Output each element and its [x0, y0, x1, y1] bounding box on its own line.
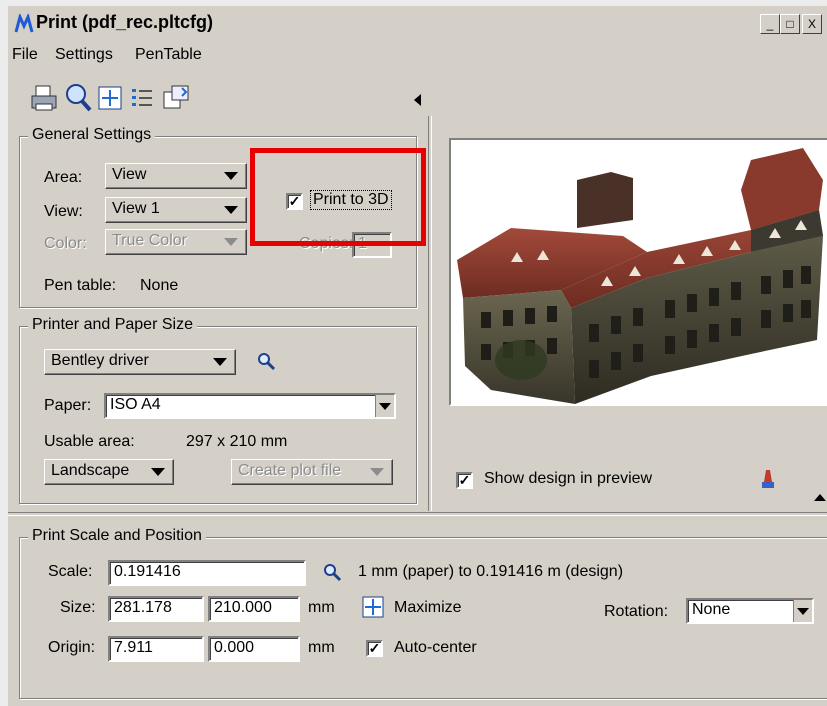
panel-splitter	[428, 116, 432, 511]
minimize-button[interactable]: _	[760, 14, 780, 34]
area-value: View	[112, 166, 147, 183]
section-divider	[8, 512, 827, 516]
paper-value: ISO A4	[110, 396, 161, 413]
pen-icon[interactable]	[758, 468, 778, 490]
orientation-value: Landscape	[51, 462, 130, 479]
preview-icon[interactable]	[62, 82, 94, 114]
create-plot-file-button[interactable]: Create plot file	[231, 459, 393, 485]
chevron-down-icon	[379, 403, 391, 410]
size-label: Size:	[60, 599, 96, 616]
view-value: View 1	[112, 200, 160, 217]
autocenter-checkbox[interactable]: ✓	[366, 640, 383, 657]
maximize-button[interactable]: □	[780, 14, 800, 34]
chevron-down-icon	[224, 172, 238, 180]
print-3d-checkbox[interactable]: ✓	[286, 193, 303, 210]
show-design-label[interactable]: Show design in preview	[484, 470, 652, 488]
list-icon[interactable]	[126, 82, 158, 114]
dropdown-button[interactable]	[375, 395, 394, 417]
maximize-label[interactable]: Maximize	[394, 599, 462, 617]
collapse-left-arrow[interactable]	[414, 94, 421, 106]
search-icon[interactable]	[322, 562, 342, 582]
paper-label: Paper:	[44, 397, 92, 414]
chevron-down-icon	[224, 206, 238, 214]
color-label: Color:	[44, 235, 87, 252]
close-button[interactable]: X	[802, 14, 822, 34]
print-3d-label[interactable]: Print to 3D	[310, 190, 392, 210]
chevron-down-icon	[224, 238, 238, 246]
scale-value: 0.191416	[114, 563, 181, 580]
fit-icon[interactable]	[94, 82, 126, 114]
window-title: Print (pdf_rec.pltcfg)	[36, 12, 214, 32]
usable-area-value: 297 x 210 mm	[186, 433, 288, 450]
chevron-down-icon	[213, 358, 227, 366]
rotation-label: Rotation:	[604, 603, 669, 620]
size-width-input[interactable]: 281.178	[108, 596, 204, 622]
rotation-value: None	[692, 601, 731, 618]
close-icon: X	[807, 17, 816, 31]
color-select[interactable]: True Color	[105, 229, 247, 255]
printer-driver-select[interactable]: Bentley driver	[44, 349, 236, 375]
dropdown-button[interactable]	[793, 600, 812, 622]
origin-x-input[interactable]: 7.911	[108, 636, 204, 662]
origin-x-value: 7.911	[114, 639, 153, 656]
area-select[interactable]: View	[105, 163, 247, 189]
printer-paper-title: Printer and Paper Size	[28, 316, 197, 334]
scale-label: Scale:	[48, 563, 93, 580]
collapse-up-arrow[interactable]	[814, 494, 826, 501]
size-height-input[interactable]: 210.000	[208, 596, 300, 622]
pen-table-value: None	[140, 277, 179, 294]
view-select[interactable]: View 1	[105, 197, 247, 223]
scale-position-title: Print Scale and Position	[28, 527, 206, 545]
menu-file[interactable]: File	[12, 46, 38, 64]
search-icon[interactable]	[256, 351, 276, 371]
view-label: View:	[44, 203, 83, 220]
print-dialog: Print (pdf_rec.pltcfg) _ □ X File Settin…	[8, 6, 827, 706]
microstation-icon	[14, 14, 34, 33]
paper-select[interactable]: ISO A4	[104, 393, 396, 419]
scale-description: 1 mm (paper) to 0.191416 m (design)	[358, 563, 624, 580]
usable-area-label: Usable area:	[44, 433, 135, 450]
checkmark-icon: ✓	[368, 640, 381, 656]
maximize-icon: □	[786, 17, 794, 31]
origin-unit: mm	[308, 639, 335, 656]
origin-y-input[interactable]: 0.000	[208, 636, 300, 662]
scale-position-group: Print Scale and Position Scale: 0.191416…	[19, 527, 827, 699]
printer-driver-value: Bentley driver	[51, 352, 149, 369]
title-bar[interactable]: Print (pdf_rec.pltcfg) _ □ X	[8, 6, 827, 42]
minimize-icon: _	[766, 17, 774, 31]
chevron-down-icon	[151, 468, 165, 476]
show-design-checkbox[interactable]: ✓	[456, 472, 473, 489]
pen-table-label: Pen table:	[44, 277, 117, 294]
size-width-value: 281.178	[114, 599, 172, 616]
chevron-down-icon	[797, 608, 809, 615]
autocenter-label[interactable]: Auto-center	[394, 639, 477, 657]
general-settings-title: General Settings	[28, 126, 156, 144]
size-unit: mm	[308, 599, 335, 616]
print-preview	[449, 138, 827, 406]
printer-paper-group: Printer and Paper Size Bentley driver Pa…	[19, 316, 417, 504]
window-icon[interactable]	[160, 82, 192, 114]
scale-input[interactable]: 0.191416	[108, 560, 306, 586]
color-value: True Color	[112, 232, 187, 249]
area-label: Area:	[44, 169, 83, 186]
origin-label: Origin:	[48, 639, 96, 656]
create-plot-file-label: Create plot file	[238, 462, 342, 479]
checkmark-icon: ✓	[288, 193, 301, 209]
origin-y-value: 0.000	[214, 639, 255, 656]
orientation-select[interactable]: Landscape	[44, 459, 174, 485]
menu-settings[interactable]: Settings	[55, 46, 113, 64]
rotation-select[interactable]: None	[686, 598, 814, 624]
printer-icon[interactable]	[28, 82, 60, 114]
chevron-down-icon	[370, 468, 384, 476]
size-height-value: 210.000	[214, 599, 272, 616]
building-preview-image	[457, 148, 823, 404]
checkmark-icon: ✓	[458, 472, 471, 488]
maximize-icon[interactable]	[362, 596, 384, 618]
menu-pentable[interactable]: PenTable	[135, 46, 202, 64]
